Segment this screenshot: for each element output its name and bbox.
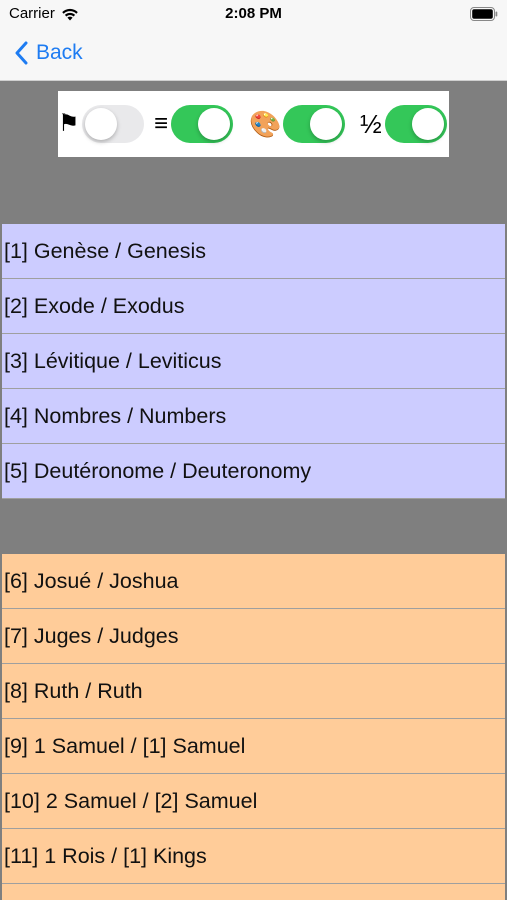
book-row[interactable]: [10] 2 Samuel / [2] Samuel bbox=[2, 774, 505, 829]
toggle-knob bbox=[310, 108, 343, 140]
section-history: [6] Josué / Joshua [7] Juges / Judges [8… bbox=[2, 554, 505, 900]
toggle-knob bbox=[198, 108, 231, 140]
half-toggle-group: ½ bbox=[360, 104, 447, 144]
battery-icon bbox=[470, 7, 498, 21]
palette-icon: 🎨 bbox=[249, 109, 282, 139]
flag-toggle[interactable] bbox=[81, 105, 144, 143]
list-toggle[interactable] bbox=[171, 105, 234, 143]
navigation-bar: Back bbox=[0, 28, 507, 81]
book-row[interactable] bbox=[2, 884, 505, 900]
flag-icon: ⚑ bbox=[58, 110, 80, 137]
list-toggle-group: ≡ bbox=[154, 104, 234, 144]
back-button-label: Back bbox=[36, 41, 83, 64]
book-row[interactable]: [6] Josué / Joshua bbox=[2, 554, 505, 609]
book-row[interactable]: [1] Genèse / Genesis bbox=[2, 224, 505, 279]
flag-toggle-group: ⚑ bbox=[58, 104, 144, 144]
book-row[interactable]: [4] Nombres / Numbers bbox=[2, 389, 505, 444]
chevron-left-icon bbox=[15, 41, 28, 65]
book-row[interactable]: [2] Exode / Exodus bbox=[2, 279, 505, 334]
back-button[interactable]: Back bbox=[14, 38, 83, 68]
one-half-icon: ½ bbox=[360, 109, 382, 139]
status-time: 2:08 PM bbox=[225, 5, 282, 22]
book-row[interactable]: [9] 1 Samuel / [1] Samuel bbox=[2, 719, 505, 774]
screen: Carrier 2:08 PM Back ⚑ ≡ 🎨 ½ [1] Genèse … bbox=[0, 0, 507, 900]
book-row[interactable]: [7] Juges / Judges bbox=[2, 609, 505, 664]
half-toggle[interactable] bbox=[384, 105, 447, 143]
toggle-knob bbox=[411, 108, 444, 140]
book-row[interactable]: [3] Lévitique / Leviticus bbox=[2, 334, 505, 389]
book-row[interactable]: [8] Ruth / Ruth bbox=[2, 664, 505, 719]
color-toggle[interactable] bbox=[283, 105, 346, 143]
book-row[interactable]: [11] 1 Rois / [1] Kings bbox=[2, 829, 505, 884]
toggle-knob bbox=[84, 108, 117, 140]
book-row[interactable]: [5] Deutéronome / Deuteronomy bbox=[2, 444, 505, 499]
color-toggle-group: 🎨 bbox=[249, 104, 346, 144]
section-law: [1] Genèse / Genesis [2] Exode / Exodus … bbox=[2, 224, 505, 499]
menu-lines-icon: ≡ bbox=[154, 110, 169, 137]
status-bar: Carrier 2:08 PM bbox=[0, 0, 507, 28]
toggle-panel: ⚑ ≡ 🎨 ½ bbox=[58, 91, 449, 157]
